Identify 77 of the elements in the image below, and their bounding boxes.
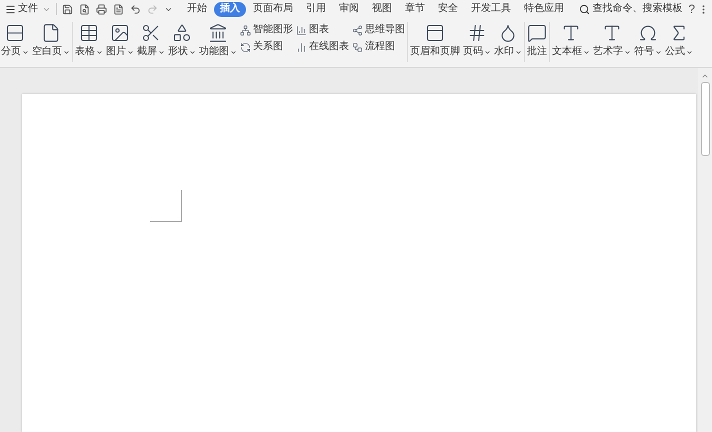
ribbon-button[interactable]: 公式 — [664, 20, 694, 64]
comment-icon — [527, 23, 547, 43]
ribbon-tab[interactable]: 开发工具 — [465, 2, 517, 16]
margin-corner-mark — [150, 190, 182, 222]
bar-chart-icon — [296, 24, 307, 36]
table-icon — [79, 23, 99, 43]
ribbon-button[interactable]: 关系图 — [239, 41, 294, 53]
blank-page-icon — [41, 23, 61, 43]
ribbon-button[interactable]: 页眉和页脚 — [409, 20, 461, 64]
save-icon[interactable] — [62, 4, 73, 14]
caret-icon — [686, 48, 693, 56]
caret-icon — [655, 48, 662, 56]
caret-icon — [583, 48, 590, 56]
caret-icon — [484, 48, 491, 56]
flowchart-icon — [352, 42, 363, 52]
caret-icon — [158, 48, 165, 56]
caret-icon — [22, 48, 29, 56]
caret-icon — [189, 48, 196, 56]
diagram-icon — [240, 24, 251, 36]
branch-icon — [352, 24, 363, 36]
undo-icon[interactable] — [130, 4, 141, 14]
caret-icon — [127, 48, 134, 56]
ribbon-tab[interactable]: 插入 — [214, 2, 246, 16]
ribbon-tab[interactable]: 页面布局 — [247, 2, 299, 16]
ribbon-tab[interactable]: 审阅 — [333, 2, 365, 16]
caret-icon — [624, 48, 631, 56]
hash-icon — [467, 23, 487, 43]
ribbon-tab[interactable]: 安全 — [432, 2, 464, 16]
shapes-icon — [172, 23, 192, 43]
ribbon-button[interactable]: 截屏 — [136, 20, 166, 64]
ribbon-button[interactable]: 图表 — [295, 24, 350, 36]
ribbon-tab[interactable]: 开始 — [181, 2, 213, 16]
omega-icon — [638, 23, 658, 43]
ribbon-button[interactable]: 空白页 — [31, 20, 71, 64]
ribbon-button[interactable]: 艺术字 — [592, 20, 632, 64]
file-menu[interactable]: 文件 — [5, 3, 51, 15]
ribbon-button[interactable]: 符号 — [633, 20, 663, 64]
text-box-icon — [561, 23, 581, 43]
ribbon-tab[interactable]: 引用 — [300, 2, 332, 16]
ribbon-button[interactable]: 在线图表 — [295, 41, 350, 53]
bar-chart-icon — [296, 42, 307, 52]
ribbon-button[interactable]: 形状 — [167, 20, 197, 64]
document-icon[interactable] — [79, 4, 90, 14]
scissors-icon — [141, 23, 161, 43]
ribbon-button[interactable]: 图片 — [105, 20, 135, 64]
ribbon-tab[interactable]: 视图 — [366, 2, 398, 16]
ribbon-button[interactable]: 水印 — [493, 20, 523, 64]
scrollbar[interactable] — [698, 68, 712, 432]
header-icon — [425, 23, 445, 43]
print-icon[interactable] — [96, 4, 107, 14]
ribbon-button[interactable]: 智能图形 — [239, 24, 294, 36]
caret-icon — [96, 48, 103, 56]
preview-icon[interactable] — [113, 4, 124, 14]
ribbon-button[interactable]: 功能图 — [198, 20, 238, 64]
search-icon — [579, 4, 590, 14]
letter-icon — [602, 23, 622, 43]
caret-icon — [63, 48, 70, 56]
cycle-icon — [240, 42, 251, 52]
ribbon-button[interactable]: 页码 — [462, 20, 492, 64]
caret-icon — [230, 48, 237, 56]
search-field[interactable]: 查找命令、搜索模板 — [579, 3, 682, 15]
ribbon-tab[interactable]: 章节 — [399, 2, 431, 16]
ribbon-button[interactable]: 流程图 — [351, 41, 406, 53]
ribbon-tab[interactable]: 特色应用 — [518, 2, 570, 16]
caret-icon — [515, 48, 522, 56]
menu-icon — [5, 4, 16, 14]
ribbon-button[interactable]: 思维导图 — [351, 24, 406, 36]
image-icon — [110, 23, 130, 43]
page-break-icon — [5, 23, 25, 43]
help-button[interactable]: ? — [688, 3, 695, 15]
scrollbar-thumb[interactable] — [700, 82, 710, 156]
ribbon-button[interactable]: 文本框 — [551, 20, 591, 64]
scroll-up-icon[interactable] — [701, 72, 709, 80]
ribbon-button[interactable]: 批注 — [526, 20, 548, 64]
ribbon-button[interactable]: 分页 — [0, 20, 30, 64]
columns-icon — [208, 23, 228, 43]
ribbon-button[interactable]: 表格 — [74, 20, 104, 64]
